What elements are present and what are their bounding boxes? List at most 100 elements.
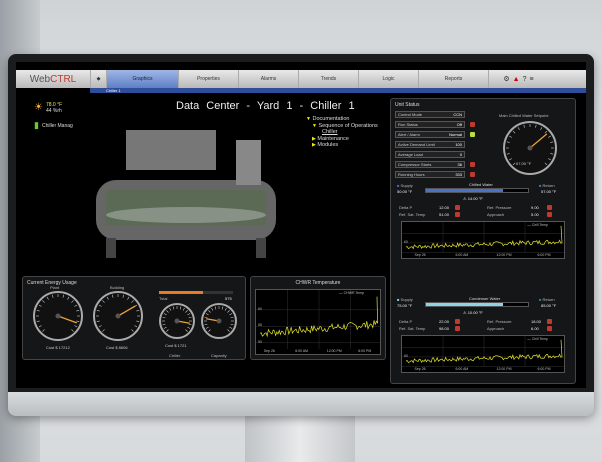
text-label: Ref. Pressure: [487, 205, 512, 210]
x-tick: 6:00 PM: [358, 349, 372, 353]
status-row: Run Status Off: [395, 121, 465, 128]
back-button[interactable]: ◆: [90, 70, 106, 88]
return-temp: 85.00 °F: [541, 303, 557, 308]
text-label: Delta P: [399, 319, 413, 324]
text-label: Normal: [449, 132, 462, 137]
alarm-icon[interactable]: ▲: [513, 76, 520, 83]
status-row: Active Demand Limit 100: [395, 141, 465, 148]
unit-status-panel: Unit Status Control Mode CCN Run Status Off…: [390, 98, 576, 384]
chiller-mgmt-icon[interactable]: ▮: [34, 120, 39, 131]
weather-widget: ☀ 78.0 °F 44 %rh ▮ Chiller Manag: [34, 102, 73, 131]
text-label: Approach: [487, 212, 505, 217]
gauge-cost: Cost $ 17212: [46, 345, 70, 350]
logo-suffix: CTRL: [50, 73, 77, 85]
text-label: Supply: [400, 297, 413, 302]
temp-bar: [425, 302, 529, 307]
trend-chart[interactable]: — Chill Temp Sep 26 6:00 AM 12:00 PM 6:00 PM…: [401, 335, 566, 373]
tab-logic[interactable]: Logic: [358, 70, 418, 88]
chiller-load-bar: [159, 291, 233, 294]
chiller-illustration: [96, 130, 276, 258]
text-label: 6.00: [531, 326, 539, 331]
energy-gauge[interactable]: [33, 291, 83, 341]
gauge-cost: Cost $ 1721: [165, 343, 187, 348]
tab-trends[interactable]: Trends: [298, 70, 358, 88]
status-indicator: [470, 132, 475, 137]
monitor-stand: [245, 410, 355, 462]
doc-modules[interactable]: ▶ Modules: [306, 142, 378, 149]
outdoor-humidity: 44 %rh: [45, 108, 62, 114]
text-label: Return: [542, 297, 555, 302]
y-tick: 50: [258, 339, 262, 344]
breadcrumb[interactable]: Chiller 1: [90, 88, 586, 93]
x-tick: Sep 26: [414, 367, 426, 371]
text-label: Approach: [487, 326, 505, 331]
text-label: 5.00: [531, 212, 539, 217]
trend-chart[interactable]: — Chill Temp Sep 26 6:00 AM 12:00 PM 6:00 PM…: [401, 221, 566, 259]
total-value: 575: [225, 296, 232, 301]
setpoint-title: Main Chilled Water Setpoint: [499, 113, 549, 118]
section-title: Condenser Water: [469, 296, 501, 301]
tab-reports[interactable]: Reports: [418, 70, 488, 88]
tab-alarms[interactable]: Alarms: [238, 70, 298, 88]
text-label: Chill Temp: [531, 223, 548, 227]
text-label: Alert / Alarm: [398, 132, 420, 137]
energy-panel: Current Energy Usage Plant Cost $ 17212 B…: [22, 276, 246, 360]
gauge-cost: Cost $ 8606: [106, 345, 128, 350]
energy-gauge[interactable]: [159, 303, 195, 339]
unit-status-title: Unit Status: [395, 102, 420, 108]
text-label: 100: [455, 142, 462, 147]
text-label: 0: [459, 152, 462, 157]
energy-gauge[interactable]: [93, 291, 143, 341]
setpoint-gauge[interactable]: [503, 121, 557, 175]
doc-sequence[interactable]: ▼ Sequence of Operations: [306, 123, 378, 130]
toolbar-icons: ⚙ ▲? ≡: [488, 70, 548, 88]
weather-icon: ☀: [34, 102, 43, 113]
help-icon[interactable]: ?: [523, 76, 527, 83]
x-tick: Sep 26: [263, 349, 275, 353]
text-label: 9.00: [531, 205, 539, 210]
chwr-chart[interactable]: — CHWR Temp Sep 26 6:00 AM 12:00 PM 6:00 PM 6…: [255, 289, 382, 355]
text-label: 333: [455, 172, 462, 177]
chiller-mgmt-link[interactable]: Chiller Manag: [42, 123, 73, 129]
menu-icon[interactable]: ≡: [530, 76, 534, 83]
energy-gauge[interactable]: [201, 303, 237, 339]
status-indicator: [470, 162, 475, 167]
gauge-label: Plant: [50, 285, 60, 290]
section-title: Chilled Water: [469, 182, 493, 187]
logo-prefix: Web: [29, 73, 51, 85]
chart-legend: — Chill Temp: [527, 223, 548, 227]
text-label: Ref. Sat. Temp: [399, 212, 426, 217]
text-label: Chill Temp: [531, 337, 548, 341]
total-label: Total: [159, 296, 168, 301]
supply-temp: 50.00 °F: [397, 189, 413, 194]
text-label: CHWR Temp: [343, 291, 364, 295]
status-row: Control Mode CCN: [395, 111, 465, 118]
temp-bar: [425, 188, 529, 193]
text-label: Ref. Pressure: [487, 319, 512, 324]
text-label: 98.00: [439, 326, 450, 331]
x-tick: 6:00 PM: [537, 253, 551, 257]
text-label: 18.00: [531, 319, 542, 324]
text-label: Run Status: [398, 122, 418, 127]
text-label: Documentation: [312, 116, 350, 122]
text-label: CCN: [453, 112, 462, 117]
supply-temp: 75.00 °F: [397, 303, 413, 308]
y-tick: 60: [404, 239, 408, 244]
text-label: Off: [456, 122, 462, 127]
text-label: Running Hours: [398, 172, 425, 177]
text-label: Return: [542, 183, 555, 188]
text-label: Sequence of Operations: [318, 122, 378, 129]
screen: Web CTRL ◆ Graphics Properties Alarms Tre…: [16, 62, 586, 388]
system-icon[interactable]: ⚙: [503, 75, 509, 83]
text-label: Delta P: [399, 205, 413, 210]
x-tick: 12:00 PM: [496, 367, 512, 371]
tab-properties[interactable]: Properties: [178, 70, 238, 88]
text-label: 51.00: [439, 212, 450, 217]
monitor-chin: [8, 392, 594, 416]
x-tick: 6:00 AM: [455, 367, 469, 371]
status-row: Alert / Alarm Normal: [395, 131, 465, 138]
toolbar: Web CTRL ◆ Graphics Properties Alarms Tre…: [16, 70, 586, 88]
gauge-label: Building: [110, 285, 125, 290]
text-label: Active Demand Limit: [398, 142, 435, 147]
tab-graphics[interactable]: Graphics: [106, 70, 178, 88]
